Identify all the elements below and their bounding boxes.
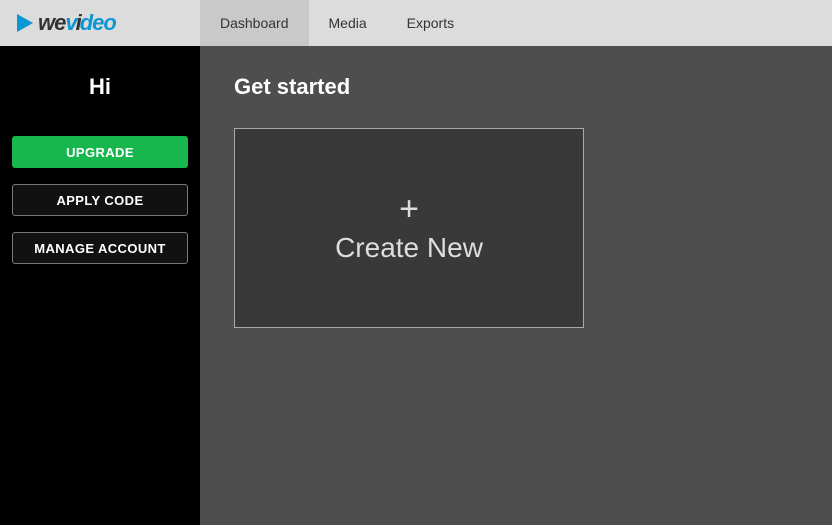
top-nav: Dashboard Media Exports: [200, 0, 474, 46]
tab-dashboard[interactable]: Dashboard: [200, 0, 309, 46]
wevideo-logo[interactable]: wevideo: [0, 0, 200, 46]
wevideo-logo-svg: wevideo: [16, 9, 146, 37]
manage-account-button[interactable]: MANAGE ACCOUNT: [12, 232, 188, 264]
upgrade-button[interactable]: UPGRADE: [12, 136, 188, 168]
tab-label: Media: [329, 15, 367, 31]
logo-text-we: we: [38, 10, 66, 35]
body: Hi UPGRADE APPLY CODE MANAGE ACCOUNT Get…: [0, 46, 832, 525]
create-new-card[interactable]: + Create New: [234, 128, 584, 328]
apply-code-button[interactable]: APPLY CODE: [12, 184, 188, 216]
tab-label: Exports: [407, 15, 454, 31]
logo-text-deo: deo: [80, 10, 117, 35]
tab-media[interactable]: Media: [309, 0, 387, 46]
create-new-label: Create New: [335, 232, 483, 264]
svg-text:wevideo: wevideo: [38, 10, 116, 35]
greeting: Hi: [89, 74, 111, 100]
tab-exports[interactable]: Exports: [387, 0, 474, 46]
topbar: wevideo Dashboard Media Exports: [0, 0, 832, 46]
plus-icon: +: [399, 192, 419, 226]
main-area: Get started + Create New: [200, 46, 832, 525]
sidebar: Hi UPGRADE APPLY CODE MANAGE ACCOUNT: [0, 46, 200, 525]
section-title: Get started: [234, 74, 798, 100]
tab-label: Dashboard: [220, 15, 289, 31]
